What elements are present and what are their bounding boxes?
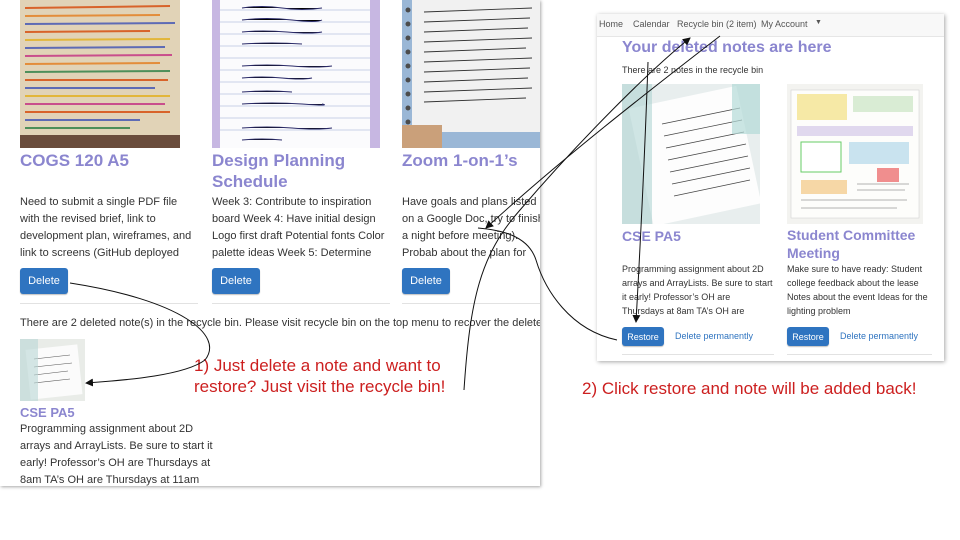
- recycle-card-body: Make sure to have ready: Student college…: [787, 264, 928, 316]
- deleted-notice: There are 2 deleted note(s) in the recyc…: [20, 317, 540, 329]
- notes-app-screenshot: COGS 120 A5 Design Planning Schedule Zoo…: [0, 0, 540, 486]
- note-image-committee: [787, 84, 923, 224]
- card-body: Week 3: Contribute to inspiration board …: [212, 196, 385, 259]
- card-body: Need to submit a single PDF file with th…: [20, 196, 192, 259]
- recycle-card-title: Student Committee Meeting: [787, 227, 916, 261]
- page-subtitle: There are 2 notes in the recycle bin: [622, 65, 764, 75]
- recycle-card-title: CSE PA5: [622, 228, 681, 244]
- card-title: Design Planning Schedule: [212, 151, 346, 191]
- card-body: Have goals and plans listed ou on a Goog…: [402, 196, 540, 259]
- recycle-card-body: Programming assignment about 2D arrays a…: [622, 264, 773, 316]
- note-image-zoom: [402, 0, 540, 148]
- deleted-card-title: CSE PA5: [20, 405, 75, 420]
- note-image-cse: [622, 84, 760, 224]
- divider: [402, 303, 540, 304]
- callout-two: 2) Click restore and note will be added …: [582, 379, 917, 398]
- note-image-cogs: [20, 0, 180, 148]
- delete-button[interactable]: Delete: [402, 268, 450, 294]
- card-title: Zoom 1-on-1’s: [402, 151, 518, 170]
- delete-button[interactable]: Delete: [212, 268, 260, 294]
- nav-home[interactable]: Home: [599, 19, 623, 29]
- delete-permanently-link[interactable]: Delete permanently: [675, 331, 753, 341]
- delete-button[interactable]: Delete: [20, 268, 68, 294]
- divider: [20, 303, 198, 304]
- deleted-card-body: Programming assignment about 2D arrays a…: [20, 423, 213, 486]
- nav-calendar[interactable]: Calendar: [633, 19, 670, 29]
- top-nav: Home Calendar Recycle bin (2 item) My Ac…: [597, 14, 944, 37]
- delete-permanently-link[interactable]: Delete permanently: [840, 331, 918, 341]
- note-image-design: [212, 0, 380, 148]
- restore-button[interactable]: Restore: [622, 327, 664, 346]
- card-title: COGS 120 A5: [20, 151, 129, 170]
- divider: [787, 354, 932, 355]
- page-title: Your deleted notes are here: [622, 39, 832, 56]
- nav-recycle-bin[interactable]: Recycle bin (2 item): [677, 19, 757, 29]
- divider: [622, 354, 774, 355]
- divider: [212, 303, 390, 304]
- restore-button[interactable]: Restore: [787, 327, 829, 346]
- nav-my-account[interactable]: My Account: [761, 19, 808, 29]
- recycle-bin-screenshot: Home Calendar Recycle bin (2 item) My Ac…: [597, 14, 944, 361]
- caret-down-icon[interactable]: ▼: [815, 19, 822, 26]
- callout-one-line2: restore? Just visit the recycle bin!: [194, 377, 446, 396]
- deleted-note-thumbnail[interactable]: [20, 339, 85, 401]
- callout-one-line1: 1) Just delete a note and want to: [194, 356, 441, 375]
